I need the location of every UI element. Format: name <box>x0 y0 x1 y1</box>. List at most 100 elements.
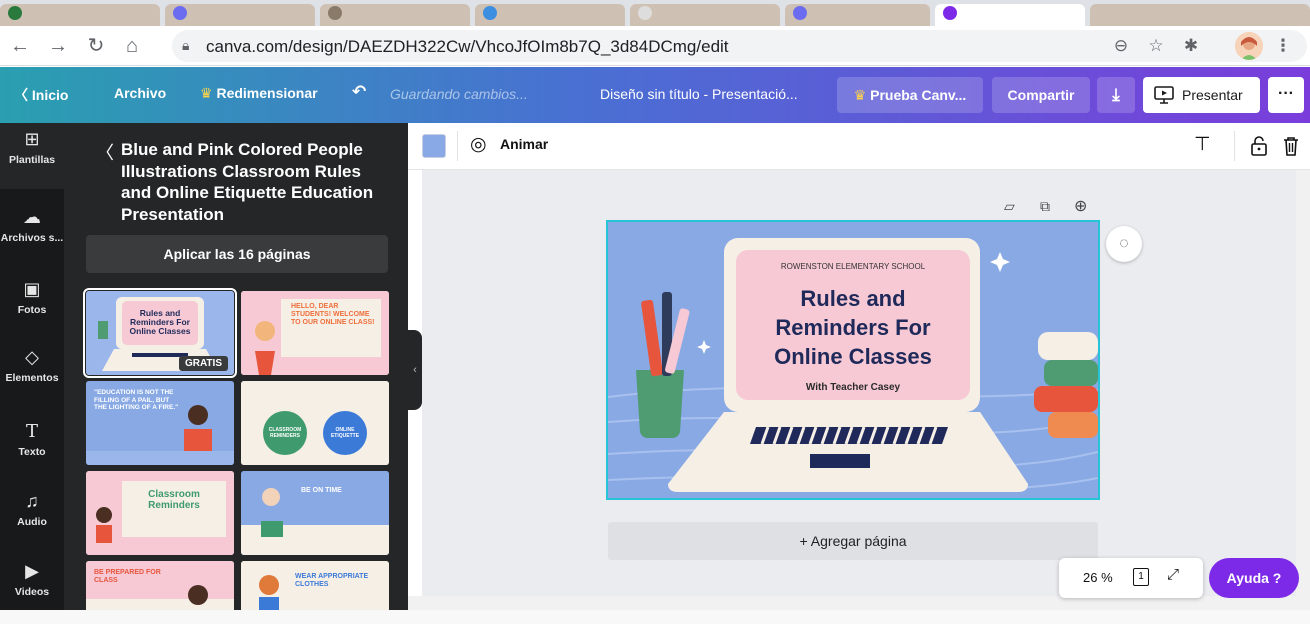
toolbar-divider <box>1234 131 1235 161</box>
rail-item-uploads[interactable]: ☁ Archivos s... <box>0 201 64 261</box>
extensions-puzzle-icon[interactable]: ✱ <box>1180 35 1202 57</box>
trash-icon[interactable] <box>1282 135 1300 157</box>
thumb-title: Classroom Reminders <box>148 489 200 511</box>
browser-tab[interactable] <box>165 4 315 26</box>
present-button[interactable]: Presentar <box>1143 77 1260 113</box>
vertical-scrollbar[interactable] <box>1296 170 1310 610</box>
shapes-icon: ◇ <box>25 347 39 367</box>
panel-collapse-toggle[interactable]: ‹ <box>408 330 422 410</box>
animate-icon: ◎ <box>470 134 487 155</box>
duplicate-page-icon[interactable]: ⧉ <box>1040 198 1050 215</box>
tab-favicon-icon <box>328 6 342 20</box>
comment-add-icon[interactable]: ◌ <box>1106 226 1142 262</box>
undo-icon[interactable]: ↶ <box>352 82 366 102</box>
browser-tab[interactable] <box>630 4 780 26</box>
side-rail: ⊞ Plantillas ☁ Archivos s... ▣ Fotos ◇ E… <box>0 123 64 624</box>
more-options-button[interactable]: ··· <box>1268 77 1304 113</box>
help-button[interactable]: Ayuda ? <box>1209 558 1299 598</box>
home-link[interactable]: 〈 Inicio <box>14 85 68 105</box>
rail-item-videos[interactable]: ▶ Videos <box>0 555 64 615</box>
browser-tab-active[interactable] <box>935 4 1085 26</box>
resize-button[interactable]: ♛ Redimensionar <box>200 85 318 102</box>
tab-favicon-icon <box>793 6 807 20</box>
zoom-level[interactable]: 26 % <box>1083 570 1113 585</box>
unlock-icon[interactable] <box>1250 135 1268 157</box>
thumb-title: WEAR APPROPRIATE CLOTHES <box>295 573 369 588</box>
document-title[interactable]: Diseño sin título - Presentació... <box>600 86 798 102</box>
thumb-title: Rules and Reminders For Online Classes <box>129 308 191 336</box>
background-color-swatch[interactable] <box>422 134 446 158</box>
template-thumbnail[interactable]: Classroom Reminders <box>86 471 234 555</box>
thumb-label: CLASSROOM REMINDERS <box>268 427 302 439</box>
photo-icon: ▣ <box>23 279 41 299</box>
bookmark-star-icon[interactable]: ☆ <box>1145 35 1167 57</box>
free-badge: GRATIS <box>178 356 228 371</box>
browser-tab[interactable] <box>320 4 470 26</box>
templates-icon: ⊞ <box>24 129 40 149</box>
home-icon[interactable]: ⌂ <box>120 34 144 58</box>
fullscreen-expand-icon[interactable]: ⤢ <box>1167 566 1179 583</box>
forward-arrow-icon[interactable]: → <box>46 34 70 58</box>
toolbar-divider <box>457 131 458 161</box>
template-thumbnail[interactable]: HELLO, DEAR STUDENTS! WELCOME TO OUR ONL… <box>241 291 389 375</box>
tab-favicon-icon <box>483 6 497 20</box>
editor-toolbar: ◎ Animar ⊤ <box>408 123 1310 170</box>
thumb-label: ONLINE ETIQUETTE <box>330 427 360 439</box>
music-note-icon: ♫ <box>25 491 39 511</box>
rail-item-text[interactable]: T Texto <box>0 415 64 475</box>
rail-item-elements[interactable]: ◇ Elementos <box>0 341 64 401</box>
slide-title: Rules and Reminders For Online Classes <box>774 286 932 369</box>
browser-tab[interactable] <box>1090 4 1310 26</box>
rail-item-templates[interactable]: ⊞ Plantillas <box>0 123 64 189</box>
saving-status: Guardando cambios... <box>390 86 528 102</box>
text-icon: T <box>25 421 38 442</box>
canvas-workspace: ▱ ⧉ ⊕ ROWENSTON ELEMENTARY SCHOOL Rules … <box>422 170 1296 610</box>
tab-favicon-icon <box>173 6 187 20</box>
thumb-title: BE PREPARED FOR CLASS <box>94 569 161 584</box>
browser-tab[interactable] <box>785 4 930 26</box>
reload-icon[interactable]: ↻ <box>84 34 108 58</box>
slide-subtitle: With Teacher Casey <box>805 382 901 393</box>
canva-pro-trial-button[interactable]: ♛ Prueba Canv... <box>837 77 983 113</box>
browser-tab-strip <box>0 0 1310 26</box>
template-thumbnail[interactable]: BE ON TIME <box>241 471 389 555</box>
file-menu[interactable]: Archivo <box>114 85 166 101</box>
back-arrow-icon[interactable]: ← <box>8 34 32 58</box>
upload-cloud-icon: ☁ <box>23 207 41 227</box>
add-page-icon[interactable]: ⊕ <box>1074 196 1087 216</box>
templates-panel: 〈 Blue and Pink Colored People Illustrat… <box>64 123 408 624</box>
crown-icon: ♛ <box>853 87 871 103</box>
share-button[interactable]: Compartir <box>992 77 1090 113</box>
browser-menu-icon[interactable]: ⋮ <box>1272 35 1294 57</box>
add-page-button[interactable]: + Agregar página <box>608 522 1098 560</box>
profile-avatar[interactable] <box>1235 32 1263 60</box>
template-thumbnail[interactable]: CLASSROOM REMINDERS ONLINE ETIQUETTE <box>241 381 389 465</box>
thumb-title: HELLO, DEAR STUDENTS! WELCOME TO OUR ONL… <box>291 303 375 326</box>
rail-item-audio[interactable]: ♫ Audio <box>0 485 64 545</box>
back-chevron-icon[interactable]: 〈 <box>96 139 114 165</box>
tab-favicon-icon <box>638 6 652 20</box>
tab-favicon-icon <box>8 6 22 20</box>
browser-tab[interactable] <box>0 4 160 26</box>
thumb-title: "EDUCATION IS NOT THE FILLING OF A PAIL,… <box>94 389 179 411</box>
template-thumbnail[interactable]: Rules and Reminders For Online Classes G… <box>83 288 237 378</box>
browser-tab[interactable] <box>475 4 625 26</box>
browser-bottom-strip <box>0 610 1310 624</box>
slide-canvas[interactable]: ROWENSTON ELEMENTARY SCHOOL Rules and Re… <box>606 220 1100 500</box>
horizontal-scrollbar[interactable] <box>408 596 1296 610</box>
apply-all-pages-button[interactable]: Aplicar las 16 páginas <box>86 235 388 273</box>
copy-style-paint-roller-icon[interactable]: ⊤ <box>1194 133 1211 156</box>
animate-button[interactable]: Animar <box>500 136 548 152</box>
notes-icon[interactable]: ▱ <box>1004 198 1015 215</box>
address-bar[interactable]: 🔒︎ canva.com/design/DAEZDH322Cw/VhcoJfOI… <box>172 30 1307 62</box>
template-title: Blue and Pink Colored People Illustratio… <box>121 140 374 224</box>
template-thumbnail[interactable]: "EDUCATION IS NOT THE FILLING OF A PAIL,… <box>86 381 234 465</box>
tab-favicon-icon <box>943 6 957 20</box>
lock-icon: 🔒︎ <box>182 37 190 53</box>
crown-icon: ♛ <box>200 85 217 101</box>
page-number-button[interactable]: 1 <box>1133 568 1149 586</box>
download-icon[interactable]: ⤓ <box>1097 77 1135 113</box>
rail-item-photos[interactable]: ▣ Fotos <box>0 273 64 333</box>
chevron-left-icon: 〈 <box>14 87 32 103</box>
zoom-magnifier-icon[interactable]: ⊖ <box>1110 35 1132 57</box>
